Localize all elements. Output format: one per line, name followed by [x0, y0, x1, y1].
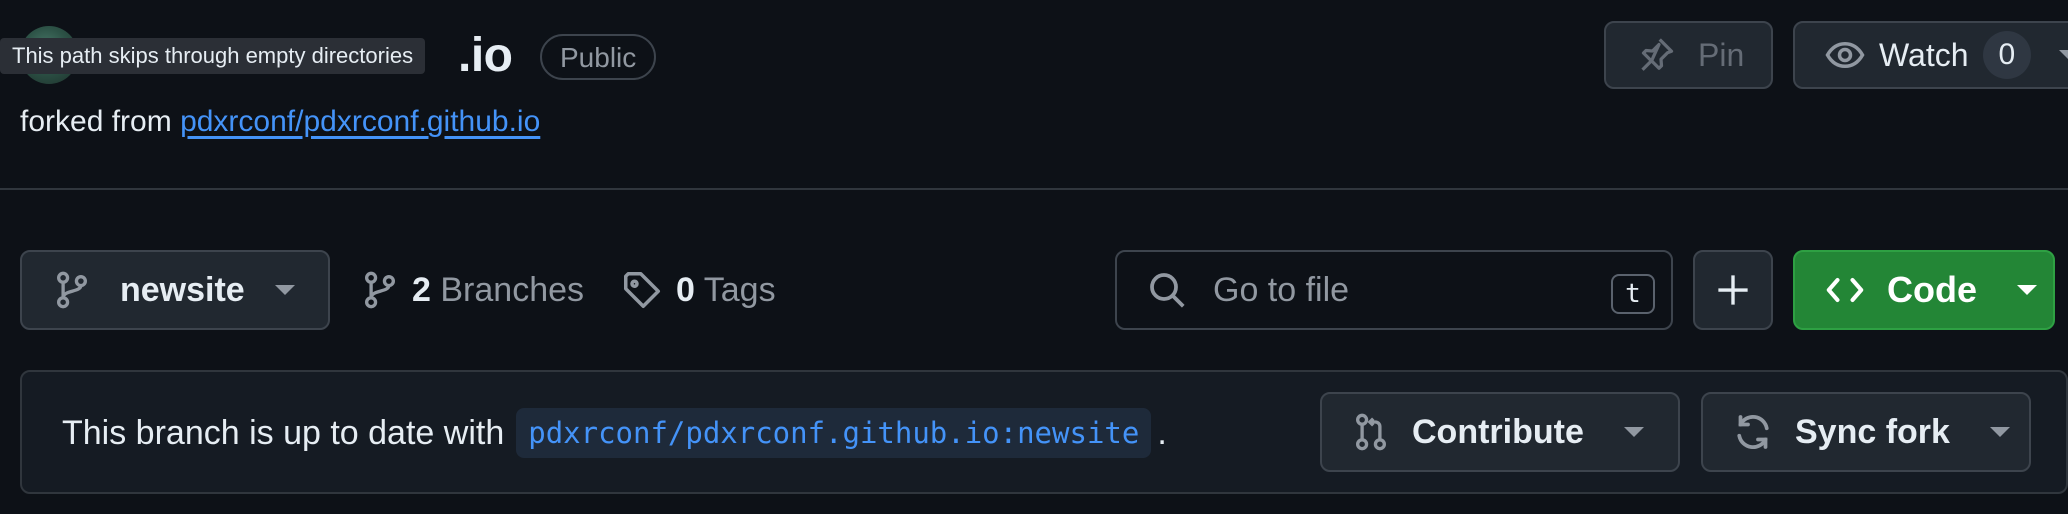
forked-from-link[interactable]: pdxrconf/pdxrconf.github.io [180, 105, 540, 138]
branch-icon [362, 270, 398, 310]
eye-icon [1825, 35, 1865, 75]
add-file-button[interactable] [1693, 250, 1773, 330]
branch-selector-button[interactable]: newsite [20, 250, 330, 330]
pin-icon [1636, 35, 1676, 75]
code-button[interactable]: Code [1793, 250, 2055, 330]
search-input[interactable] [1211, 269, 1595, 311]
watch-button[interactable]: Watch 0 [1793, 21, 2068, 89]
upstream-ref: pdxrconf/pdxrconf.github.io:newsite [516, 408, 1152, 458]
plus-icon [1715, 272, 1751, 308]
chevron-down-icon [2059, 50, 2068, 60]
visibility-badge: Public [540, 34, 657, 80]
keyboard-shortcut-hint: t [1611, 274, 1655, 314]
tags-link[interactable]: 0 Tags [622, 262, 776, 318]
watch-label: Watch [1879, 36, 1969, 73]
status-message-text: This branch is up to date with [62, 413, 505, 452]
branch-name: newsite [120, 270, 245, 309]
pin-button[interactable]: Pin [1604, 21, 1773, 89]
branches-link[interactable]: 2 Branches [362, 262, 584, 318]
chevron-down-icon [2017, 285, 2037, 295]
contribute-label: Contribute [1412, 412, 1584, 451]
tag-icon [622, 270, 662, 310]
sync-fork-label: Sync fork [1795, 412, 1950, 451]
watch-count: 0 [1982, 31, 2032, 79]
code-icon [1825, 270, 1865, 310]
sync-icon [1733, 412, 1773, 452]
chevron-down-icon [274, 285, 295, 295]
forked-prefix: forked from [20, 105, 172, 138]
branches-label: Branches [440, 270, 585, 309]
tags-count: 0 [676, 270, 695, 309]
branch-icon [54, 270, 90, 310]
chevron-down-icon [1989, 427, 2010, 437]
status-suffix: . [1157, 413, 1167, 452]
header-divider [0, 188, 2068, 190]
chevron-down-icon [1623, 427, 1644, 437]
pull-request-icon [1352, 412, 1390, 452]
pin-label: Pin [1698, 36, 1745, 73]
tags-label: Tags [703, 270, 776, 309]
sync-fork-button[interactable]: Sync fork [1701, 392, 2031, 472]
branches-count: 2 [412, 270, 431, 309]
forked-from-line: forked from pdxrconf/pdxrconf.github.io [20, 105, 540, 139]
code-label: Code [1887, 269, 1977, 310]
path-tooltip: This path skips through empty directorie… [0, 38, 426, 74]
go-to-file-search[interactable]: t [1115, 250, 1673, 330]
repo-title-suffix: .io [458, 29, 513, 82]
branch-status-message: This branch is up to date with pdxrconf/… [62, 408, 1167, 458]
search-icon [1147, 270, 1187, 310]
contribute-button[interactable]: Contribute [1320, 392, 1680, 472]
